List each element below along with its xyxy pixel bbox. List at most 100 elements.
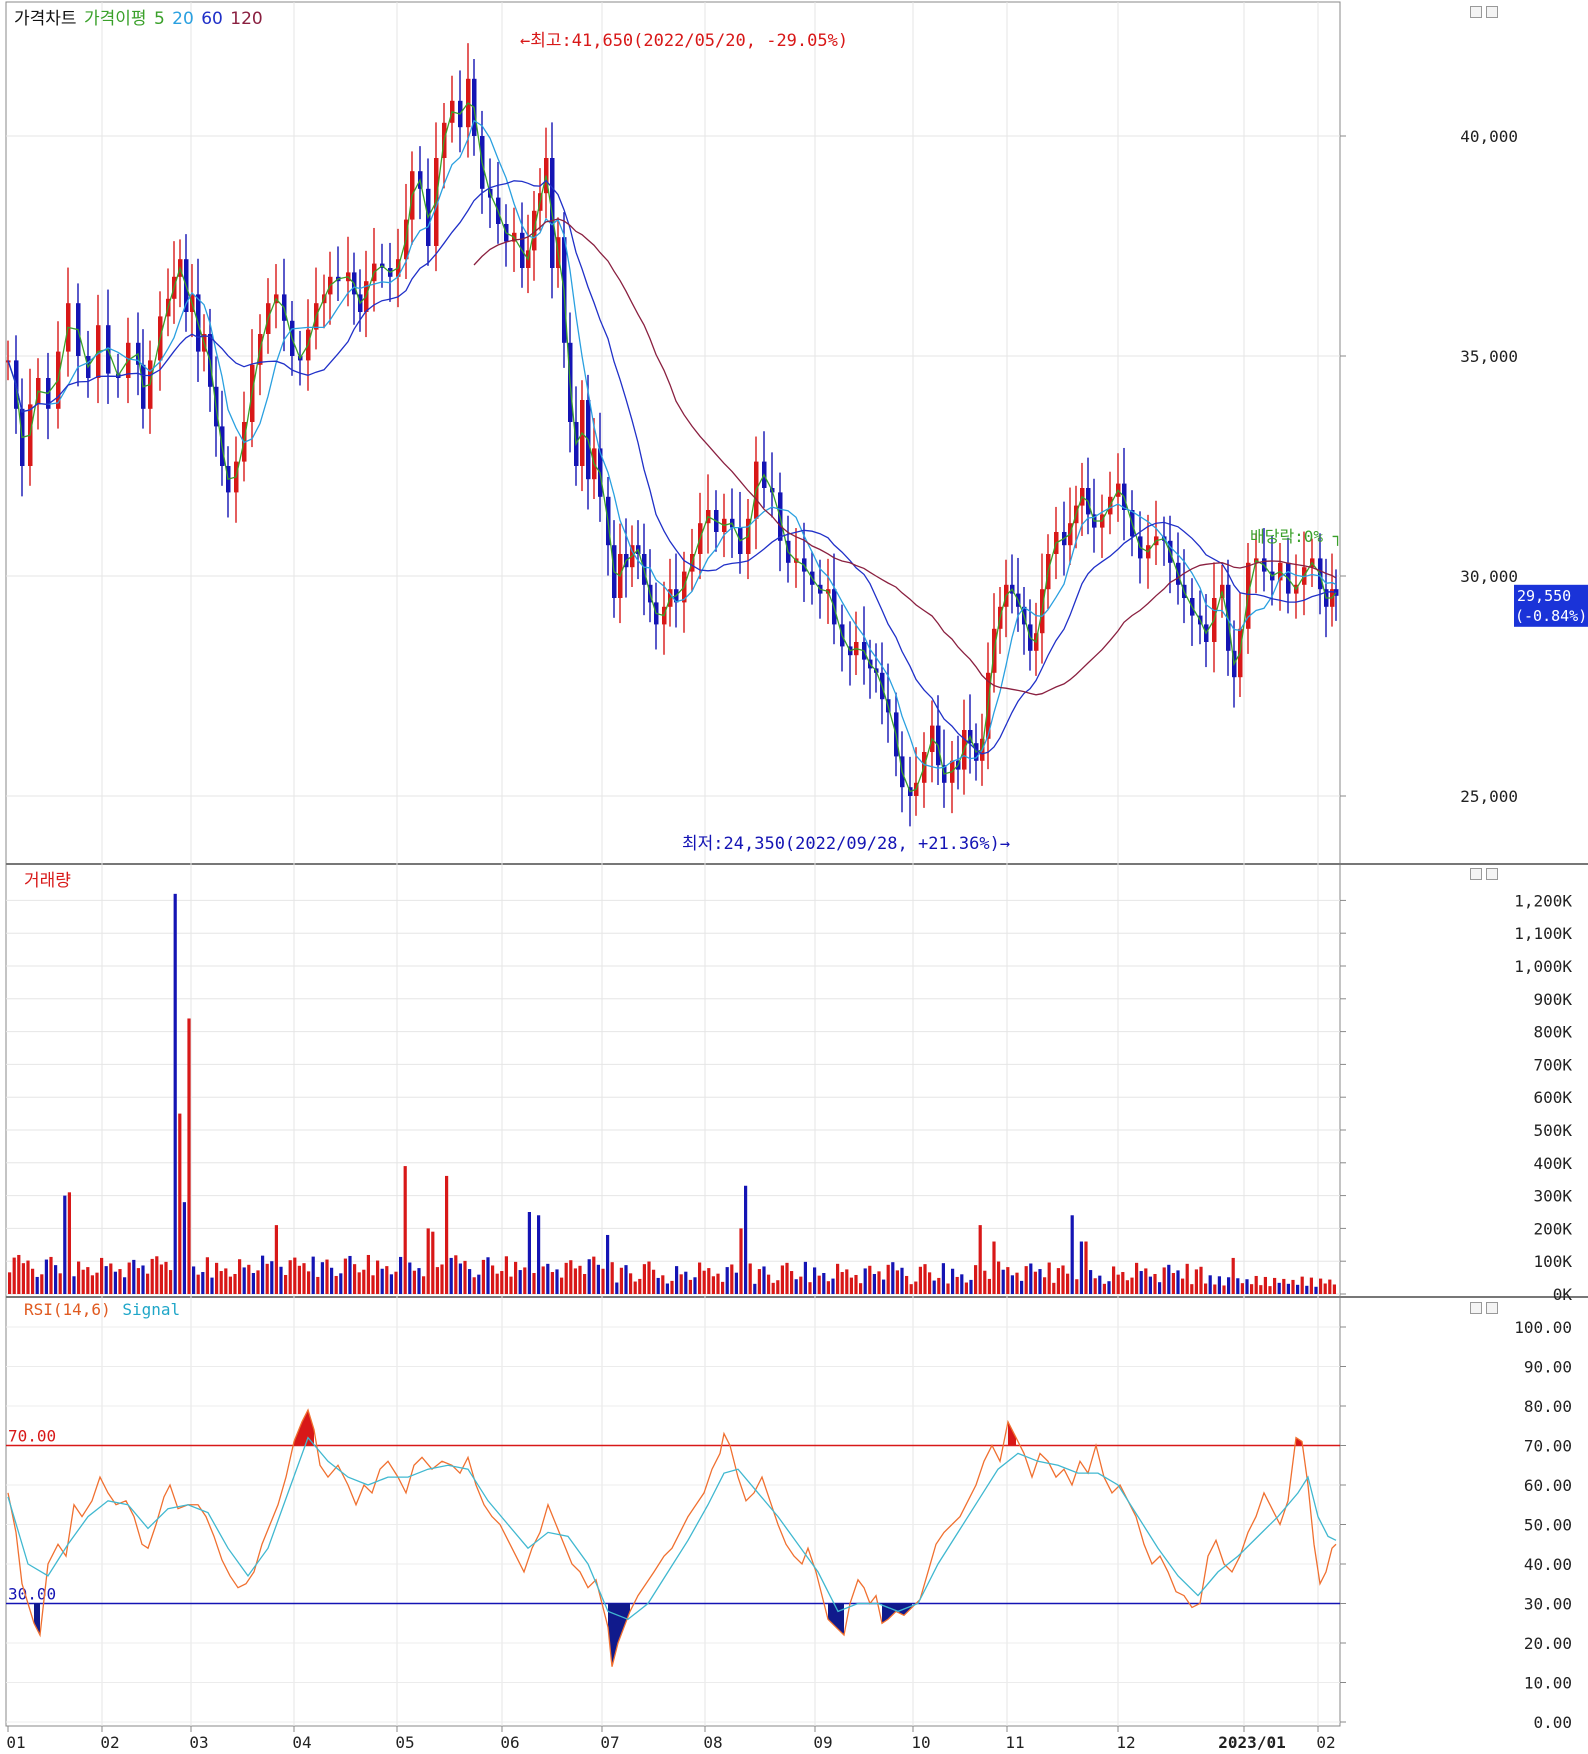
volume-bar (293, 1257, 297, 1294)
volume-bar (1259, 1285, 1263, 1294)
volume-bar (665, 1283, 669, 1294)
volume-bar (629, 1273, 633, 1294)
legend-price-title: 가격차트 (14, 9, 77, 29)
volume-bar (210, 1277, 214, 1294)
rsi-tick-label: 10.00 (1524, 1674, 1572, 1693)
volume-bar (1153, 1273, 1157, 1294)
volume-bar (895, 1270, 899, 1294)
volume-pane-minimize-button[interactable] (1470, 868, 1482, 880)
x-tick-label: 03 (189, 1733, 208, 1752)
volume-bar (1089, 1270, 1093, 1294)
volume-bar (1061, 1265, 1065, 1294)
price-pane-minimize-button[interactable] (1470, 6, 1482, 18)
volume-bar (362, 1269, 366, 1294)
volume-bar (58, 1273, 62, 1294)
volume-bar (72, 1276, 76, 1294)
volume-bar (1268, 1286, 1272, 1294)
current-change-label: (-0.84%) (1515, 607, 1587, 625)
x-tick-label: 12 (1116, 1733, 1135, 1752)
x-tick-label: 05 (395, 1733, 414, 1752)
rsi-tick-label: 90.00 (1524, 1358, 1572, 1377)
volume-bar (1208, 1275, 1212, 1294)
dividend-annotation: 배당락:0% ┐ (1250, 527, 1342, 546)
volume-tick-label: 200K (1533, 1219, 1572, 1238)
volume-bar (422, 1276, 426, 1294)
volume-bar (1047, 1262, 1051, 1294)
x-tick-label: 2023/01 (1218, 1733, 1285, 1752)
volume-bar (1328, 1279, 1332, 1294)
volume-bar (642, 1264, 646, 1294)
chart-canvas[interactable]: 25,000 30,000 35,000 40,000 ←최고:41,650(2022/… (0, 0, 1588, 1754)
volume-bar (817, 1275, 821, 1294)
x-tick-label: 11 (1005, 1733, 1024, 1752)
volume-bar (159, 1264, 163, 1294)
volume-bar (1190, 1284, 1194, 1294)
volume-bar (155, 1256, 159, 1294)
volume-bar (711, 1276, 715, 1294)
volume-bar (725, 1267, 729, 1294)
volume-bar (1070, 1215, 1074, 1294)
volume-bar (932, 1280, 936, 1294)
volume-bar (555, 1269, 559, 1294)
volume-bar (339, 1273, 343, 1294)
volume-bar (371, 1275, 375, 1294)
volume-bar (385, 1266, 389, 1294)
volume-pane-close-button[interactable] (1486, 868, 1498, 880)
volume-bar (960, 1274, 964, 1294)
volume-tick-label: 100K (1533, 1252, 1572, 1271)
volume-bar (780, 1265, 784, 1294)
volume-bar (325, 1259, 329, 1294)
volume-bar (610, 1262, 614, 1294)
volume-bar (1112, 1266, 1116, 1294)
volume-bar (1217, 1276, 1221, 1294)
volume-bar (1038, 1269, 1042, 1294)
volume-bar (440, 1264, 444, 1294)
volume-bar (320, 1262, 324, 1294)
volume-bar (173, 893, 177, 1294)
rsi-pane-close-button[interactable] (1486, 1302, 1498, 1314)
legend-rsi: RSI(14,6) (24, 1300, 111, 1319)
rsi-level-label: 70.00 (8, 1427, 56, 1446)
volume-bar (1314, 1286, 1318, 1294)
volume-bar (822, 1273, 826, 1294)
volume-bar (215, 1262, 219, 1294)
volume-bar (652, 1269, 656, 1294)
price-pane-close-button[interactable] (1486, 6, 1498, 18)
volume-bar (955, 1276, 959, 1294)
volume-bar (454, 1255, 458, 1294)
volume-bar (35, 1276, 39, 1294)
volume-bar (656, 1277, 660, 1294)
volume-bar (284, 1274, 288, 1294)
rsi-legend: RSI(14,6) Signal (24, 1300, 182, 1319)
volume-bar (923, 1264, 927, 1294)
volume-bar (297, 1265, 301, 1294)
volume-bar (1213, 1284, 1217, 1294)
x-tick-label: 08 (703, 1733, 722, 1752)
volume-bar (1296, 1284, 1300, 1294)
volume-tick-label: 800K (1533, 1023, 1572, 1042)
rsi-tick-label: 80.00 (1524, 1397, 1572, 1416)
volume-bar (1052, 1282, 1056, 1294)
x-tick-label: 07 (600, 1733, 619, 1752)
rsi-pane-minimize-button[interactable] (1470, 1302, 1482, 1314)
volume-bar (31, 1268, 35, 1294)
volume-bar (12, 1257, 16, 1294)
volume-bar (113, 1271, 117, 1294)
volume-bar (279, 1266, 283, 1294)
volume-bar (509, 1276, 513, 1294)
volume-bar (928, 1272, 932, 1294)
volume-bar (550, 1272, 554, 1294)
volume-bar (891, 1262, 895, 1294)
volume-bar (256, 1270, 260, 1294)
volume-bar (1250, 1284, 1254, 1294)
volume-bar (417, 1268, 421, 1294)
volume-bar (366, 1254, 370, 1294)
volume-bar (840, 1272, 844, 1294)
volume-bar (1079, 1241, 1083, 1294)
volume-bar (753, 1283, 757, 1294)
volume-bar (776, 1280, 780, 1294)
volume-bar (964, 1282, 968, 1294)
volume-bar (1116, 1274, 1120, 1294)
volume-bar (771, 1282, 775, 1294)
volume-bar (109, 1263, 113, 1294)
